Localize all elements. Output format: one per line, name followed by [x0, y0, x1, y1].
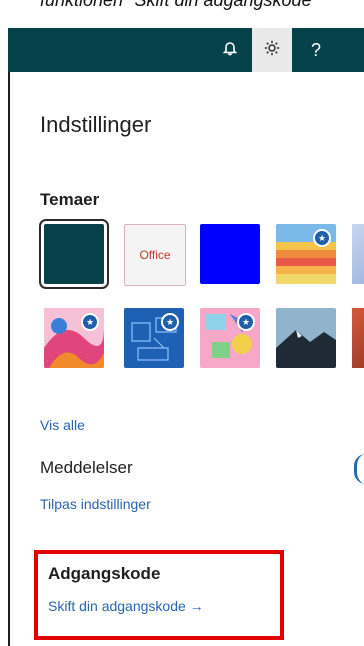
office-theme-label: Office: [139, 248, 171, 262]
gear-icon: [263, 39, 281, 62]
customize-settings-link[interactable]: Tilpas indstillinger: [40, 496, 151, 512]
theme-tile-pastel-pattern[interactable]: ★: [200, 308, 260, 368]
premium-star-icon: ★: [81, 313, 99, 331]
theme-tile-partial-2[interactable]: [352, 308, 364, 368]
top-caption: funktionen "Skift din adgangskode": [0, 0, 364, 28]
theme-tile-mountain[interactable]: [276, 308, 336, 368]
premium-star-icon: ★: [161, 313, 179, 331]
password-label: Adgangskode: [48, 564, 161, 583]
theme-tile-colorful-abstract[interactable]: ★: [44, 308, 104, 368]
themes-label: Temaer: [40, 190, 100, 209]
window-frame-left: [0, 28, 10, 646]
theme-tile-blueprint[interactable]: ★: [124, 308, 184, 368]
help-icon: ?: [310, 39, 321, 60]
premium-star-icon: ★: [313, 229, 331, 247]
toggle-edge[interactable]: [354, 454, 364, 484]
top-header-bar: ?: [8, 28, 364, 72]
notifications-button[interactable]: [210, 28, 250, 72]
theme-tile-blue[interactable]: [200, 224, 260, 284]
theme-tile-dark-teal[interactable]: [39, 219, 109, 289]
settings-panel: Indstillinger Temaer Office ★ ★ ★ ★ Vis …: [10, 72, 364, 646]
notifications-label: Meddelelser: [40, 458, 133, 477]
password-highlight-box: Adgangskode Skift din adgangskode →: [34, 550, 284, 640]
settings-button[interactable]: [252, 28, 292, 72]
premium-star-icon: ★: [237, 313, 255, 331]
theme-tile-sunset-stripes[interactable]: ★: [276, 224, 336, 284]
theme-tile-partial[interactable]: [352, 224, 364, 284]
caption-text: funktionen "Skift din adgangskode": [40, 0, 318, 10]
help-button[interactable]: ?: [296, 28, 336, 72]
settings-title: Indstillinger: [40, 112, 152, 137]
theme-tile-office[interactable]: Office: [124, 224, 186, 286]
change-password-link[interactable]: Skift din adgangskode →: [48, 598, 204, 614]
show-all-themes-link[interactable]: Vis alle: [40, 417, 85, 433]
bell-icon: [222, 40, 238, 61]
